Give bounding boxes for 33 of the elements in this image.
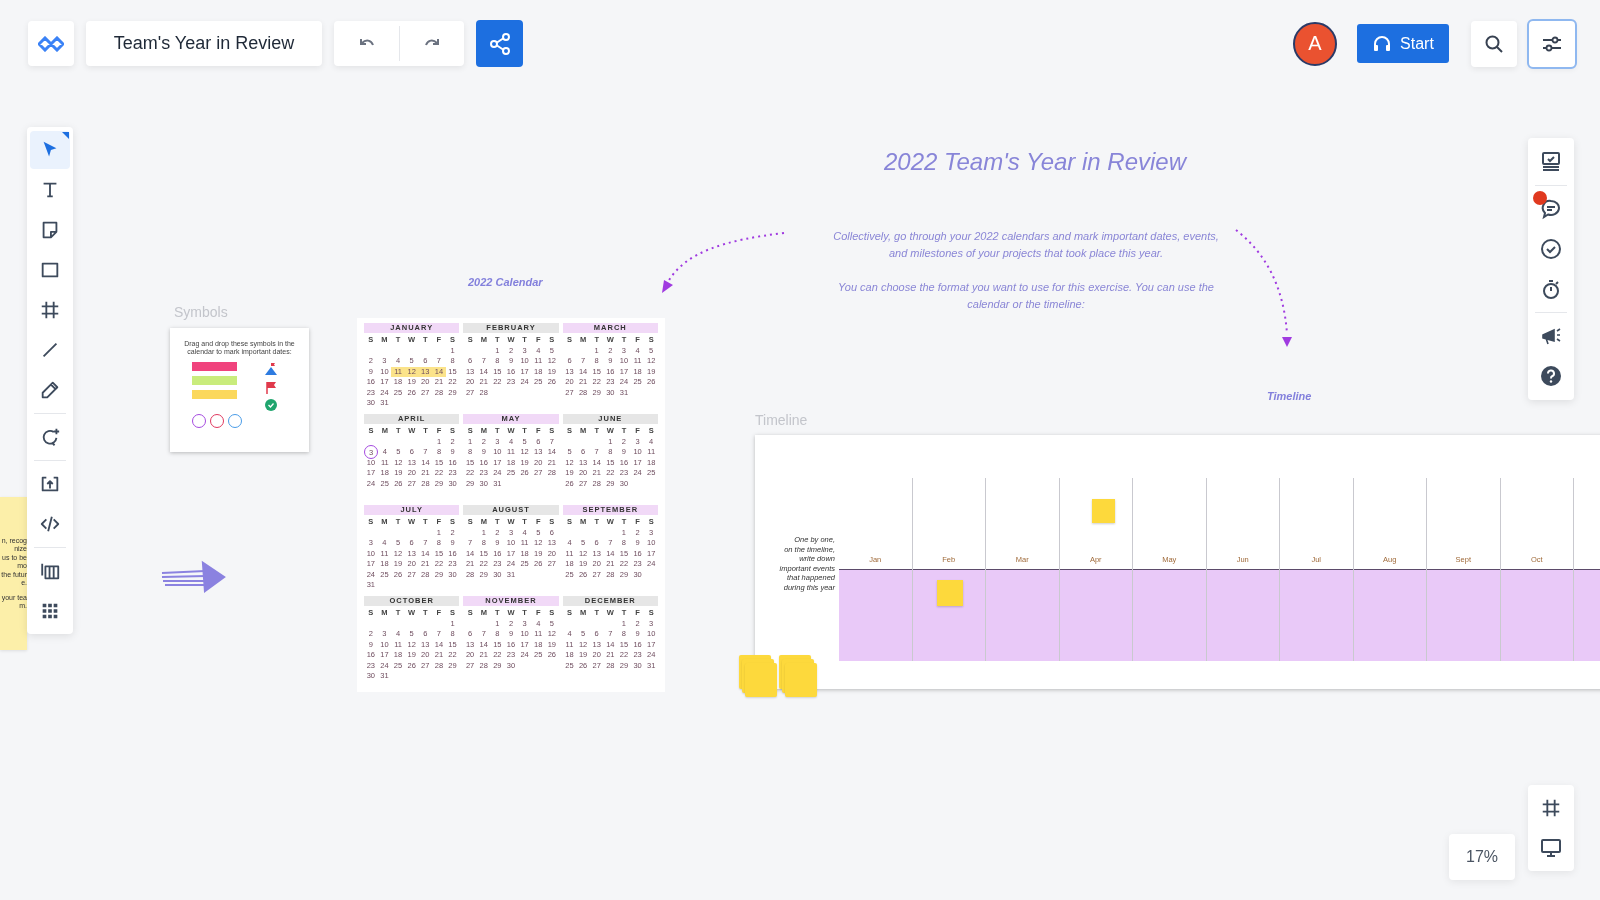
megaphone-icon — [1540, 325, 1562, 347]
chat-icon — [1540, 198, 1562, 220]
check-badge-icon[interactable] — [265, 399, 277, 411]
search-button[interactable] — [1471, 20, 1517, 67]
search-icon — [1484, 33, 1504, 54]
monitor-icon — [1540, 837, 1562, 859]
share-icon — [488, 32, 511, 55]
tool-button[interactable] — [30, 131, 70, 169]
board-title[interactable]: Team's Year in Review — [86, 21, 322, 66]
scribble-arrow-drawing — [160, 560, 226, 594]
board-heading: 2022 Team's Year in Review — [882, 148, 1188, 176]
frame-icon — [39, 299, 61, 321]
timeline-caption: Timeline — [1267, 390, 1312, 402]
settings-icon — [1542, 34, 1562, 53]
monitor-check-icon — [1540, 151, 1562, 173]
start-button[interactable]: Start — [1357, 24, 1449, 63]
zoom-level[interactable]: 17% — [1449, 834, 1515, 880]
share-button[interactable] — [476, 20, 523, 67]
headset-icon — [1372, 33, 1393, 54]
logo-icon — [38, 35, 64, 52]
stopwatch-icon — [1540, 278, 1562, 300]
user-avatar[interactable]: A — [1293, 21, 1337, 66]
instruction-text: You can choose the format you want to use for this exercise. You can use the calendar or the timeline: — [837, 280, 1215, 312]
frame-icon — [1540, 797, 1562, 819]
check-circle-icon — [1540, 238, 1562, 260]
pencil-icon — [39, 379, 61, 401]
logo-button[interactable] — [28, 21, 74, 66]
mountain-flag-icon[interactable] — [264, 362, 278, 376]
calendar-caption: 2022 Calendar — [468, 276, 543, 288]
settings-button[interactable] — [1529, 20, 1575, 67]
flag-icon[interactable] — [265, 381, 277, 394]
instruction-text: Collectively, go through your 2022 calendars and mark important dates, events, and milestones of your projects that took place this year. — [832, 229, 1220, 261]
help-icon — [1540, 365, 1562, 387]
